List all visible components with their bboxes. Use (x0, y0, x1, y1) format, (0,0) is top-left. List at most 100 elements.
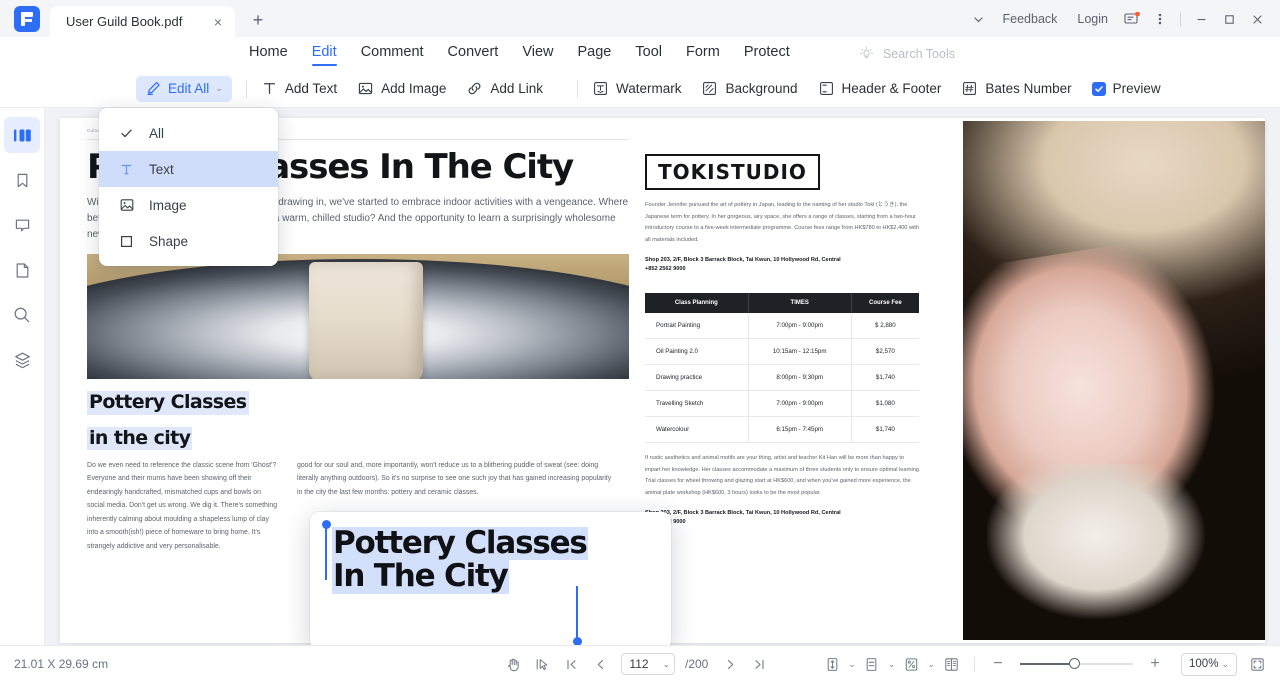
message-icon[interactable] (1119, 7, 1145, 31)
select-tool-icon[interactable] (529, 652, 555, 676)
chevron-down-icon[interactable]: ⌄ (888, 659, 896, 670)
dropdown-item-text[interactable]: Text (99, 151, 278, 187)
background-button[interactable]: Background (701, 80, 797, 97)
zoom-percent-icon[interactable] (898, 652, 924, 676)
preview-label: Preview (1113, 81, 1161, 96)
page-subhead-line2[interactable]: in the city (87, 427, 192, 450)
tab-home[interactable]: Home (249, 44, 288, 64)
sidebar-item-bookmarks[interactable] (4, 162, 40, 198)
image-icon (118, 197, 135, 213)
prev-page-icon[interactable] (587, 652, 613, 676)
tab-protect[interactable]: Protect (744, 44, 790, 64)
studio-body-text[interactable]: Founder Jennifer pursued the art of pott… (645, 200, 921, 247)
selection-handle-start[interactable] (325, 528, 327, 580)
pottery-wheel-photo[interactable] (87, 254, 629, 379)
tab-view[interactable]: View (522, 44, 553, 64)
cell-fee: $1,740 (851, 416, 919, 442)
app-logo-icon (14, 6, 40, 32)
dropdown-label-shape: Shape (149, 234, 188, 249)
cell-time: 10:15am - 12:15pm (748, 338, 851, 364)
maximize-button[interactable] (1216, 7, 1242, 31)
hand-tool-icon[interactable] (500, 652, 526, 676)
chevron-down-icon[interactable]: ⌄ (848, 659, 856, 670)
studio-logo-text: TOKISTUDIO (658, 160, 807, 184)
zoom-level-select[interactable]: 100% ⌄ (1181, 653, 1237, 676)
edit-all-button[interactable]: Edit All ⌄ (136, 76, 232, 102)
add-link-button[interactable]: Add Link (466, 80, 543, 97)
selection-handle-end[interactable] (576, 586, 578, 638)
chevron-down-icon[interactable] (966, 7, 992, 31)
more-vertical-icon[interactable] (1147, 7, 1173, 31)
sidebar-item-search[interactable] (4, 297, 40, 333)
add-text-button[interactable]: Add Text (261, 80, 337, 97)
zoom-in-button[interactable]: + (1142, 652, 1168, 676)
tab-edit[interactable]: Edit (312, 44, 337, 64)
sidebar-item-layers[interactable] (4, 342, 40, 378)
preview-checkbox[interactable]: Preview (1092, 81, 1161, 96)
cell-class: Drawing practice (645, 364, 748, 390)
edit-all-dropdown-menu[interactable]: All Text Image Shape (99, 108, 278, 266)
sidebar-item-thumbnails[interactable] (4, 117, 40, 153)
cell-class: Portrait Painting (645, 313, 748, 339)
tab-convert[interactable]: Convert (448, 44, 499, 64)
watermark-label: Watermark (616, 81, 682, 96)
feedback-button[interactable]: Feedback (994, 8, 1067, 30)
zoom-slider-fill (1020, 663, 1073, 665)
clay-hands-photo[interactable] (963, 121, 1265, 640)
page-number-field[interactable] (622, 657, 656, 671)
next-page-icon[interactable] (717, 652, 743, 676)
dropdown-item-shape[interactable]: Shape (99, 223, 278, 259)
new-tab-button[interactable]: + (245, 7, 271, 33)
bates-number-button[interactable]: Bates Number (961, 80, 1071, 97)
close-window-button[interactable] (1244, 7, 1270, 31)
table-row: Watercolour 6:15pm - 7:45pm $1,740 (645, 416, 919, 442)
fit-width-icon[interactable] (859, 652, 885, 676)
class-planning-table: Class Planning TIMES Course Fee Portrait… (645, 293, 919, 443)
tab-form[interactable]: Form (686, 44, 720, 64)
last-page-icon[interactable] (746, 652, 772, 676)
ribbon-toolbar: Edit All ⌄ Add Text Add Image (0, 70, 1280, 108)
edit-text-line2[interactable]: In The City (332, 560, 509, 593)
total-pages-label: /200 (685, 657, 708, 671)
edit-text-line1[interactable]: Pottery Classes (332, 527, 588, 560)
bates-number-icon (961, 80, 978, 97)
pdf-editor-window: User Guild Book.pdf × + Feedback Login (0, 0, 1280, 682)
document-tab-title: User Guild Book.pdf (66, 14, 182, 29)
two-page-view-icon[interactable] (938, 652, 964, 676)
cell-time: 7:00pm - 9:00pm (748, 390, 851, 416)
body-text-left[interactable]: Do we even need to reference the classic… (87, 459, 279, 553)
fullscreen-icon[interactable] (1244, 652, 1270, 676)
zoom-level-label: 100% (1189, 658, 1218, 670)
close-icon[interactable]: × (209, 13, 227, 31)
search-tools[interactable]: Search Tools (859, 46, 955, 61)
fit-page-icon[interactable] (819, 652, 845, 676)
document-tab[interactable]: User Guild Book.pdf × (50, 6, 235, 37)
chevron-down-icon[interactable]: ⌄ (662, 659, 670, 670)
cell-fee: $1,080 (851, 390, 919, 416)
sidebar-item-comments[interactable] (4, 207, 40, 243)
page-number-input[interactable]: ⌄ (621, 653, 675, 675)
login-button[interactable]: Login (1068, 8, 1117, 30)
chevron-down-icon[interactable]: ⌄ (927, 659, 935, 670)
zoom-out-button[interactable]: − (985, 652, 1011, 676)
first-page-icon[interactable] (558, 652, 584, 676)
zoom-slider-knob[interactable] (1069, 658, 1080, 669)
page-navigation: ⌄ /200 (500, 652, 772, 676)
tab-comment[interactable]: Comment (361, 44, 424, 64)
header-footer-button[interactable]: Header & Footer (818, 80, 942, 97)
page-subhead-line1[interactable]: Pottery Classes (87, 391, 249, 414)
watermark-button[interactable]: Watermark (592, 80, 682, 97)
text-icon (118, 162, 135, 177)
studio2-phone: +852 2562 9000 (645, 518, 921, 528)
tab-page[interactable]: Page (578, 44, 612, 64)
dropdown-item-image[interactable]: Image (99, 187, 278, 223)
add-image-button[interactable]: Add Image (357, 80, 446, 97)
dropdown-item-all[interactable]: All (99, 115, 278, 151)
sidebar-item-attachments[interactable] (4, 252, 40, 288)
text-edit-popup[interactable]: Pottery Classes In The City (310, 512, 671, 645)
zoom-slider[interactable] (1020, 663, 1133, 665)
studio2-body-text[interactable]: If rustic aesthetics and animal motifs a… (645, 453, 921, 500)
tab-tool[interactable]: Tool (635, 44, 662, 64)
minimize-button[interactable] (1188, 7, 1214, 31)
zoom-slider-track[interactable] (1020, 663, 1133, 665)
